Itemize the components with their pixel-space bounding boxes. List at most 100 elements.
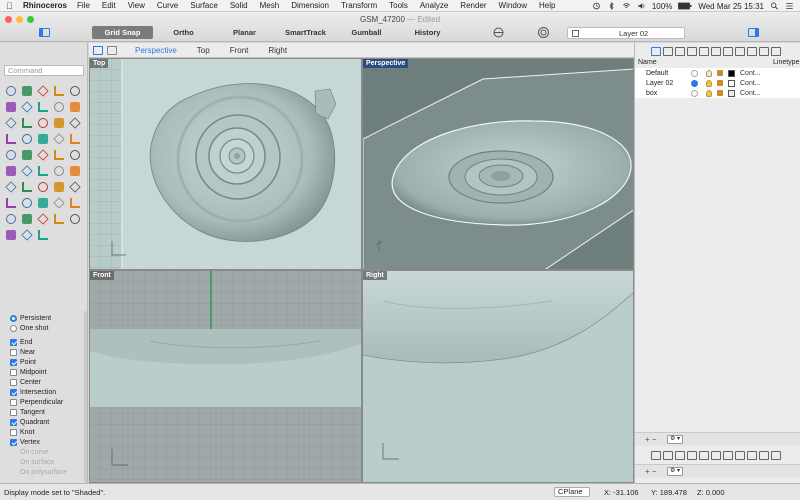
menu-render[interactable]: Render [460,1,486,10]
app-menu[interactable]: Rhinoceros [23,1,67,10]
osnap-checkbox[interactable] [10,368,17,376]
filter-icon[interactable] [492,26,505,39]
grid-icon-button[interactable] [19,227,35,243]
analyze-icon-button[interactable] [67,211,83,227]
left-sidebar-toggle-icon[interactable] [39,28,50,37]
transform-icon-button[interactable] [67,163,83,179]
layers-name-header[interactable]: Name [638,59,773,67]
trim-icon-button[interactable] [3,147,19,163]
surface-icon-button[interactable] [3,131,19,147]
material-panel-icon[interactable] [735,47,745,56]
osnap-checkbox[interactable] [10,388,17,396]
osnap-checkbox[interactable] [10,408,17,416]
tab-perspective[interactable]: Perspective [125,46,187,55]
offset-icon-button[interactable] [19,115,35,131]
menu-help[interactable]: Help [539,1,555,10]
layer-row[interactable]: Default Cont... [635,68,800,78]
spotlight-search-icon[interactable] [770,2,779,10]
cage-icon-button[interactable] [35,163,51,179]
osnap-quadrant[interactable]: Quadrant [10,417,86,427]
osnap-end[interactable]: End [10,337,86,347]
volume-icon[interactable] [637,2,646,10]
osnap-checkbox[interactable] [10,348,17,356]
properties-panel-icon-bottom[interactable] [663,451,673,460]
single-view-layout-icon[interactable] [107,45,117,55]
layer-visibility-bulb-icon[interactable] [706,69,712,77]
current-layer-radio[interactable] [691,69,698,77]
osnap-vertex[interactable]: Vertex [10,437,86,447]
curve-icon-button[interactable] [35,83,51,99]
group-icon-button[interactable] [67,195,83,211]
osnap-tangent[interactable]: Tangent [10,407,86,417]
layer-checkbox[interactable] [572,29,579,37]
layer-name[interactable]: Layer 02 [646,80,691,87]
viewport-label-perspective[interactable]: Perspective [363,59,409,68]
layer-row[interactable]: box Cont... [635,88,800,98]
layer-name[interactable]: box [646,90,691,97]
osnap-checkbox[interactable] [10,438,17,446]
edit-points-icon-button[interactable] [3,211,19,227]
snap-icon-button[interactable] [35,227,51,243]
ellipse-icon-button[interactable] [35,99,51,115]
osnap-perpendicular[interactable]: Perpendicular [10,397,86,407]
menu-mesh[interactable]: Mesh [260,1,280,10]
menu-transform[interactable]: Transform [341,1,377,10]
revolve-icon-button[interactable] [51,131,67,147]
camera-icon-button[interactable] [51,195,67,211]
menu-clock[interactable]: Wed Mar 25 15:31 [698,2,764,11]
properties-icon-button[interactable] [35,179,51,195]
menu-analyze[interactable]: Analyze [420,1,448,10]
current-layer-radio[interactable] [691,89,698,97]
viewport-label-right[interactable]: Right [363,271,387,280]
osnap-checkbox[interactable] [10,358,17,366]
bluetooth-icon[interactable] [607,2,616,10]
notification-center-icon[interactable] [785,2,794,10]
wifi-icon[interactable] [622,2,631,10]
display-panel-icon[interactable] [723,47,733,56]
color-icon-button[interactable] [51,211,67,227]
cylinder-icon-button[interactable] [67,115,83,131]
loft-icon-button[interactable] [35,131,51,147]
snap-panel-scrollbar[interactable] [84,311,87,500]
layer-color-swatch[interactable] [728,79,735,87]
osnap-midpoint[interactable]: Midpoint [10,367,86,377]
menu-edit[interactable]: Edit [102,1,116,10]
split-icon-button[interactable] [19,147,35,163]
render-panel-icon-bottom[interactable] [687,451,697,460]
menu-surface[interactable]: Surface [190,1,218,10]
osnap-target-icon[interactable] [537,26,550,39]
layer-lock-icon[interactable] [717,70,723,76]
explode-icon-button[interactable] [51,147,67,163]
gumball-toggle[interactable]: Gumball [336,26,397,39]
layers-panel-icon-bottom[interactable] [651,451,661,460]
point-icon-button[interactable] [19,83,35,99]
properties-panel-icon[interactable] [663,47,673,56]
rectangle-icon-button[interactable] [51,99,67,115]
snap-mode-one-shot[interactable]: One shot [10,323,86,333]
snap-mode-persistent[interactable]: Persistent [10,313,86,323]
notes-panel-icon-bottom[interactable] [759,451,769,460]
object-panel-icon-bottom[interactable] [675,451,685,460]
lower-options-gear-icon[interactable]: ⚙ ▾ [667,467,683,476]
camera-panel-icon[interactable] [699,47,709,56]
osnap-near[interactable]: Near [10,347,86,357]
layer-icon-button[interactable] [19,179,35,195]
object-panel-icon[interactable] [675,47,685,56]
menu-solid[interactable]: Solid [230,1,248,10]
named-views-panel-icon-bottom[interactable] [771,451,781,460]
menu-tools[interactable]: Tools [389,1,408,10]
osnap-checkbox[interactable] [10,398,17,406]
camera-panel-icon-bottom[interactable] [699,451,709,460]
osnap-checkbox[interactable] [10,378,17,386]
layer-visibility-bulb-icon[interactable] [706,89,712,97]
circle-icon-button[interactable] [19,99,35,115]
layer-linetype[interactable]: Cont... [740,80,761,87]
ortho-toggle[interactable]: Ortho [153,26,214,39]
display-panel-icon-bottom[interactable] [723,451,733,460]
hide-icon-button[interactable] [19,211,35,227]
front-viewport[interactable]: Front [89,270,362,483]
dimension-icon-button[interactable] [51,163,67,179]
menu-curve[interactable]: Curve [157,1,178,10]
named-views-panel-icon[interactable] [771,47,781,56]
sweep-icon-button[interactable] [67,131,83,147]
